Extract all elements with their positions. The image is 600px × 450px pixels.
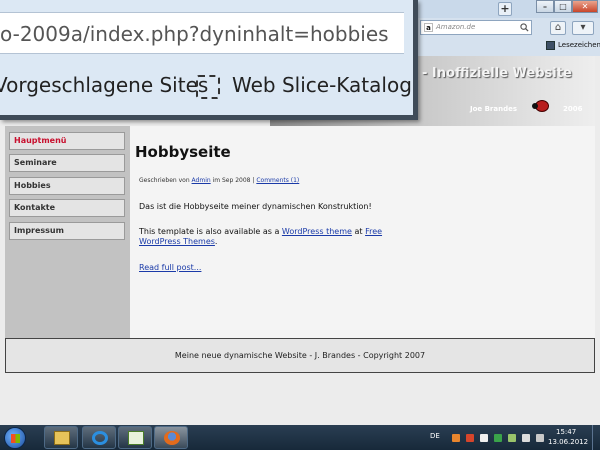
- taskbar-firefox[interactable]: [154, 426, 188, 449]
- meta-separator: |: [252, 177, 255, 184]
- web-slice-icon: [196, 75, 220, 99]
- menu-item-hobbies[interactable]: Hobbies: [9, 177, 125, 195]
- p2-prefix: This template is also available as a: [139, 227, 282, 236]
- meta-prefix: Geschrieben von: [139, 177, 192, 184]
- wordpress-theme-link[interactable]: WordPress theme: [282, 227, 352, 236]
- post-content: Hobbyseite Geschrieben von Admin im Sep …: [135, 126, 590, 338]
- menu-item-seminare[interactable]: Seminare: [9, 154, 125, 172]
- bookmarks-toolbar: Lesezeichen: [410, 38, 600, 54]
- tray-app-icon[interactable]: [452, 434, 460, 442]
- magnified-bookmarks-bar: Vorgeschlagene Sites Web Slice-Katalog: [0, 64, 412, 108]
- tray-shield-icon[interactable]: [480, 434, 488, 442]
- taskbar-explorer[interactable]: [44, 426, 78, 449]
- search-input[interactable]: a Amazon.de: [420, 20, 532, 35]
- tray-updates-icon[interactable]: [494, 434, 502, 442]
- site-footer: Meine neue dynamische Website - J. Brand…: [5, 338, 595, 373]
- search-placeholder: Amazon.de: [436, 23, 476, 31]
- suggested-sites-bookmark[interactable]: Vorgeschlagene Sites: [0, 72, 208, 98]
- post-meta: Geschrieben von Admin im Sep 2008 | Comm…: [139, 177, 299, 185]
- window-controls: – □ ✕: [536, 0, 598, 13]
- post-title: Hobbyseite: [135, 143, 231, 161]
- author-link[interactable]: Admin: [192, 177, 211, 184]
- close-window-button[interactable]: ✕: [572, 0, 598, 13]
- show-desktop-button[interactable]: [592, 425, 600, 450]
- search-icon[interactable]: [520, 23, 529, 32]
- windows-taskbar: DE 15:47 13.06.2012: [0, 425, 600, 450]
- tray-network-icon[interactable]: [508, 434, 516, 442]
- folder-icon: [54, 431, 70, 445]
- magnified-url-bar[interactable]: o-2009a/index.php?dyninhalt=hobbies: [0, 12, 404, 54]
- comments-link[interactable]: Comments (1): [256, 177, 299, 184]
- clock-date[interactable]: 13.06.2012: [548, 438, 588, 447]
- bookmarks-icon: [546, 40, 555, 50]
- firefox-icon: [164, 431, 180, 445]
- header-year: 2006: [563, 105, 583, 113]
- magnified-url-text: o-2009a/index.php?dyninhalt=hobbies: [0, 22, 389, 46]
- internet-explorer-icon: [92, 431, 108, 445]
- p2-mid: at: [351, 227, 366, 236]
- home-icon[interactable]: ⌂: [550, 21, 566, 35]
- bookmarks-menu-button[interactable]: Lesezeichen: [546, 40, 600, 50]
- site-title: - Inoffizielle Website: [422, 66, 572, 81]
- meta-date: im Sep 2008: [210, 177, 253, 184]
- ladybug-icon: [532, 100, 549, 112]
- header-author: Joe Brandes: [470, 105, 518, 113]
- web-slice-gallery-bookmark[interactable]: Web Slice-Katalog: [232, 72, 412, 98]
- site-main: Hauptmenü Seminare Hobbies Kontakte Impr…: [5, 126, 595, 338]
- menu-item-hauptmenue[interactable]: Hauptmenü: [9, 132, 125, 150]
- system-tray: DE 15:47 13.06.2012: [428, 425, 600, 450]
- sidebar-menu: Hauptmenü Seminare Hobbies Kontakte Impr…: [5, 126, 130, 338]
- magnifier-window: o-2009a/index.php?dyninhalt=hobbies Vorg…: [0, 0, 418, 120]
- new-tab-button[interactable]: +: [498, 2, 512, 16]
- clock-time[interactable]: 15:47: [556, 428, 576, 437]
- volume-icon[interactable]: [536, 434, 544, 442]
- maximize-button[interactable]: □: [554, 0, 572, 13]
- minimize-button[interactable]: –: [536, 0, 554, 13]
- taskbar-internet-explorer[interactable]: [82, 426, 116, 449]
- tray-flag-icon[interactable]: [522, 434, 530, 442]
- menu-item-kontakte[interactable]: Kontakte: [9, 199, 125, 217]
- post-paragraph-2: This template is also available as a Wor…: [139, 227, 389, 247]
- tray-security-icon[interactable]: [466, 434, 474, 442]
- taskbar-notepad[interactable]: [118, 426, 152, 449]
- menu-item-impressum[interactable]: Impressum: [9, 222, 125, 240]
- amazon-icon[interactable]: a: [424, 23, 433, 32]
- language-indicator[interactable]: DE: [430, 432, 440, 441]
- read-more-link[interactable]: Read full post...: [139, 263, 201, 273]
- start-button[interactable]: [4, 427, 26, 449]
- post-paragraph-1: Das ist die Hobbyseite meiner dynamische…: [139, 202, 372, 211]
- addons-menu-icon[interactable]: ▾: [572, 21, 594, 35]
- notepad-icon: [128, 431, 144, 445]
- p2-suffix: .: [214, 237, 218, 246]
- bookmarks-label: Lesezeichen: [558, 41, 600, 49]
